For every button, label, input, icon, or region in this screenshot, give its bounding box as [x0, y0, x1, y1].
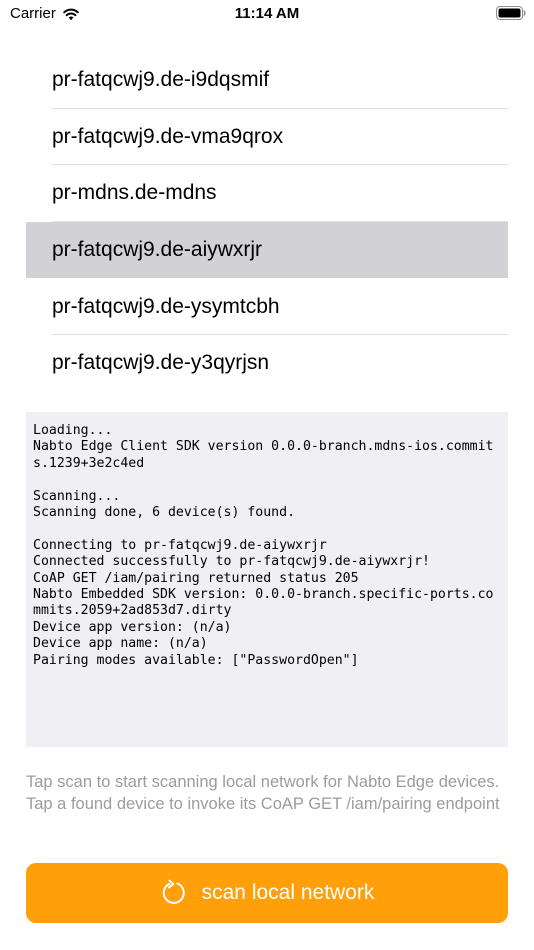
device-label: pr-fatqcwj9.de-ysymtcbh — [52, 294, 280, 318]
scan-button-label: scan local network — [201, 881, 375, 904]
instructions-text: Tap scan to start scanning local network… — [26, 773, 500, 813]
refresh-icon — [162, 879, 185, 904]
device-row-selected[interactable]: pr-fatqcwj9.de-aiywxrjr — [26, 221, 508, 279]
device-label: pr-mdns.de-mdns — [52, 181, 217, 205]
status-bar: Carrier 11:14 AM — [0, 0, 534, 28]
device-row[interactable]: pr-fatqcwj9.de-y3qyrjsn — [26, 335, 508, 392]
device-list: pr-fatqcwj9.de-i9dqsmif pr-fatqcwj9.de-v… — [26, 52, 508, 392]
device-row[interactable]: pr-fatqcwj9.de-i9dqsmif — [26, 52, 508, 109]
device-label: pr-fatqcwj9.de-y3qyrjsn — [52, 351, 270, 375]
device-row[interactable]: pr-fatqcwj9.de-vma9qrox — [26, 109, 508, 166]
device-label: pr-fatqcwj9.de-aiywxrjr — [52, 238, 263, 262]
battery-icon — [496, 6, 526, 20]
log-output[interactable]: Loading... Nabto Edge Client SDK version… — [26, 412, 508, 747]
device-row[interactable]: pr-mdns.de-mdns — [26, 165, 508, 222]
device-label: pr-fatqcwj9.de-i9dqsmif — [52, 68, 270, 92]
scan-local-network-button[interactable]: scan local network — [26, 863, 508, 923]
status-time: 11:14 AM — [234, 5, 300, 22]
device-row[interactable]: pr-fatqcwj9.de-ysymtcbh — [26, 278, 508, 335]
device-label: pr-fatqcwj9.de-vma9qrox — [52, 124, 284, 148]
